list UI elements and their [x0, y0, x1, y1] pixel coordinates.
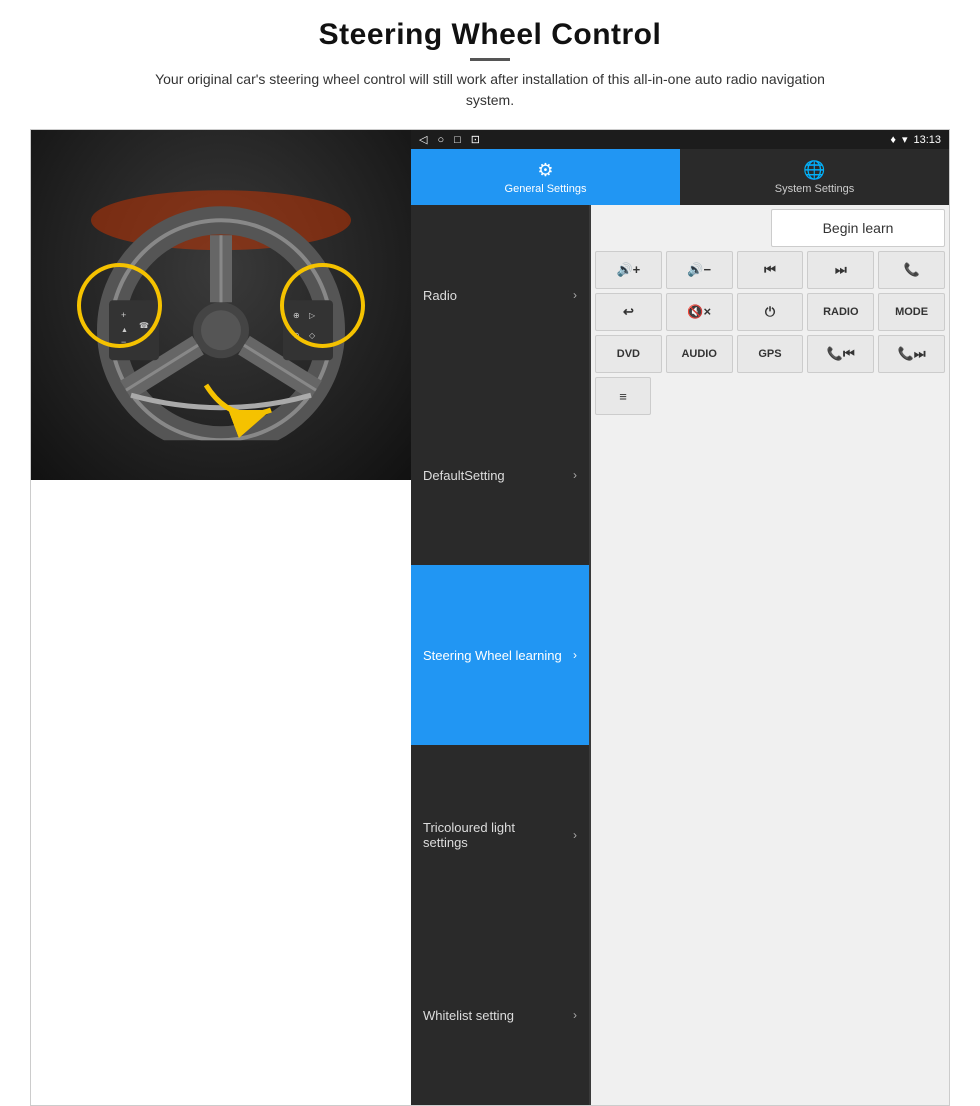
page-wrapper: Steering Wheel Control Your original car…: [0, 0, 980, 562]
back-nav-icon[interactable]: ◁: [419, 133, 427, 146]
gps-button[interactable]: GPS: [737, 335, 804, 373]
audio-button[interactable]: AUDIO: [666, 335, 733, 373]
controls-panel: Begin learn 🔊+ 🔊− ⏮: [591, 205, 949, 1105]
power-icon: ⏻: [765, 304, 775, 320]
dvd-label: DVD: [617, 348, 640, 360]
call-prev-button[interactable]: 📞⏮: [807, 335, 874, 373]
highlight-circle-right: [280, 263, 365, 348]
highlight-circle-left: [77, 263, 162, 348]
chevron-right-icon: ›: [573, 1008, 577, 1022]
empty-space: [595, 209, 767, 247]
menu-default-label: DefaultSetting: [423, 468, 573, 483]
radio-button[interactable]: RADIO: [807, 293, 874, 331]
tab-system-settings[interactable]: 🌐 System Settings: [680, 149, 949, 205]
dvd-button[interactable]: DVD: [595, 335, 662, 373]
chevron-right-icon: ›: [573, 648, 577, 662]
list-icon: ≡: [619, 389, 627, 404]
controls-row-2: 🔊+ 🔊− ⏮ ⏭ 📞: [595, 251, 945, 289]
prev-track-icon: ⏮: [764, 262, 776, 278]
signal-icon: ▾: [902, 133, 908, 146]
next-track-button[interactable]: ⏭: [807, 251, 874, 289]
menu-steering-label: Steering Wheel learning: [423, 648, 573, 663]
gps-label: GPS: [758, 348, 781, 360]
controls-row-1: Begin learn: [595, 209, 945, 247]
tab-general-label: General Settings: [505, 183, 587, 195]
menu-icon[interactable]: ⊡: [471, 133, 480, 146]
chevron-right-icon: ›: [573, 468, 577, 482]
volume-down-icon: 🔊−: [687, 262, 711, 278]
mute-button[interactable]: 🔇×: [666, 293, 733, 331]
arrow-indicator: [191, 365, 291, 445]
menu-controls-area: Radio › DefaultSetting › Steering Wheel …: [411, 205, 949, 1105]
chevron-right-icon: ›: [573, 828, 577, 842]
list-icon-button[interactable]: ≡: [595, 377, 651, 415]
phone-button[interactable]: 📞: [878, 251, 945, 289]
power-button[interactable]: ⏻: [737, 293, 804, 331]
call-prev-icon: 📞⏮: [827, 346, 855, 362]
title-divider: [470, 58, 510, 61]
page-subtitle: Your original car's steering wheel contr…: [140, 69, 840, 111]
radio-label: RADIO: [823, 306, 858, 318]
back-button[interactable]: ↩: [595, 293, 662, 331]
volume-up-icon: 🔊+: [617, 262, 641, 278]
page-title: Steering Wheel Control: [140, 18, 840, 52]
recents-icon[interactable]: □: [454, 134, 461, 146]
controls-row-4: DVD AUDIO GPS 📞⏮ 📞⏭: [595, 335, 945, 373]
prev-track-button[interactable]: ⏮: [737, 251, 804, 289]
menu-item-tricoloured[interactable]: Tricoloured lightsettings ›: [411, 745, 590, 925]
menu-radio-label: Radio: [423, 288, 573, 303]
location-icon: ♦: [890, 134, 896, 146]
tab-system-label: System Settings: [775, 183, 854, 195]
phone-icon: 📞: [903, 262, 919, 278]
menu-whitelist-label: Whitelist setting: [423, 1008, 573, 1023]
mute-icon: 🔇×: [687, 304, 711, 320]
mode-label: MODE: [895, 306, 928, 318]
begin-learn-button[interactable]: Begin learn: [771, 209, 945, 247]
back-icon: ↩: [623, 304, 634, 320]
volume-up-button[interactable]: 🔊+: [595, 251, 662, 289]
mode-button[interactable]: MODE: [878, 293, 945, 331]
content-area: + ▲ − ☎ ⊕ ▷ ⊙ ◇: [30, 129, 950, 1106]
audio-label: AUDIO: [681, 348, 716, 360]
gear-icon: ⚙: [537, 160, 553, 181]
title-section: Steering Wheel Control Your original car…: [140, 18, 840, 123]
controls-row-3: ↩ 🔇× ⏻ RADIO MODE: [595, 293, 945, 331]
clock: 13:13: [913, 134, 941, 146]
menu-list: Radio › DefaultSetting › Steering Wheel …: [411, 205, 591, 1105]
menu-item-steering-wheel[interactable]: Steering Wheel learning ›: [411, 565, 590, 745]
car-image-panel: + ▲ − ☎ ⊕ ▷ ⊙ ◇: [31, 130, 411, 480]
status-bar-right: ♦ ▾ 13:13: [890, 133, 941, 146]
menu-item-whitelist[interactable]: Whitelist setting ›: [411, 925, 590, 1105]
top-tabs: ⚙ General Settings 🌐 System Settings: [411, 149, 949, 205]
home-icon[interactable]: ○: [437, 134, 444, 146]
volume-down-button[interactable]: 🔊−: [666, 251, 733, 289]
status-bar-left: ◁ ○ □ ⊡: [419, 133, 480, 146]
menu-item-default-setting[interactable]: DefaultSetting ›: [411, 385, 590, 565]
call-next-button[interactable]: 📞⏭: [878, 335, 945, 373]
car-background: + ▲ − ☎ ⊕ ▷ ⊙ ◇: [31, 130, 411, 480]
globe-icon: 🌐: [803, 160, 825, 181]
status-bar: ◁ ○ □ ⊡ ♦ ▾ 13:13: [411, 130, 949, 149]
chevron-right-icon: ›: [573, 288, 577, 302]
tab-general-settings[interactable]: ⚙ General Settings: [411, 149, 680, 205]
menu-tricoloured-label: Tricoloured lightsettings: [423, 820, 573, 850]
controls-row-5: ≡: [595, 377, 945, 415]
ui-panel: ◁ ○ □ ⊡ ♦ ▾ 13:13 ⚙ General Settings: [411, 130, 949, 1105]
next-track-icon: ⏭: [835, 262, 847, 278]
call-next-icon: 📞⏭: [898, 346, 926, 362]
menu-item-radio[interactable]: Radio ›: [411, 205, 590, 385]
